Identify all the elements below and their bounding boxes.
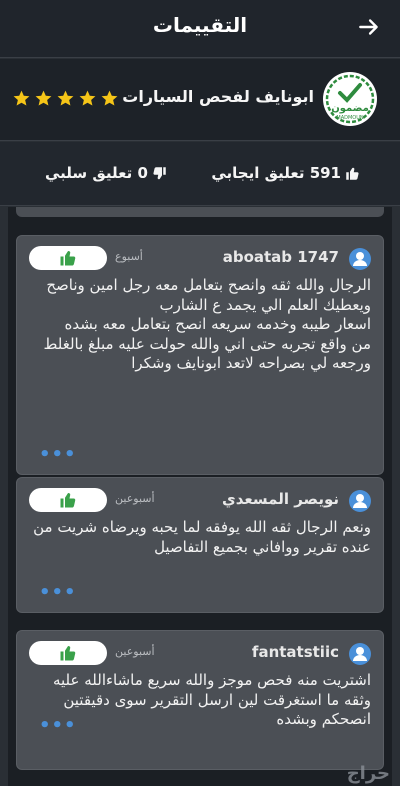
star-icon	[13, 90, 30, 106]
review-text: ونعم الرجال ثقه الله يوفقه لما يحبه ويرض…	[33, 518, 371, 556]
previous-review-card	[16, 207, 384, 217]
review-counts: 591 تعليق ايجابي 0 تعليق سلبي	[0, 142, 400, 206]
reviews-list[interactable]: aboatab 1747 أسبوع الرجال والله ثقه وانص…	[8, 207, 392, 786]
user-avatar[interactable]	[349, 643, 371, 665]
review-time: أسبوعين	[115, 492, 155, 505]
star-icon	[57, 90, 74, 106]
review-text: اشتريت منه فحص موجز والله سريع ماشاءالله…	[52, 671, 371, 728]
star-icon	[79, 90, 96, 106]
review-text: الرجال والله ثقه وانصح بتعامل معه رجل ام…	[43, 276, 372, 372]
review-time: أسبوع	[115, 250, 143, 263]
star-icon	[35, 90, 52, 106]
negative-count[interactable]: 0 تعليق سلبي	[45, 164, 167, 182]
review-card: fantatstiic أسبوعين اشتريت منه فحص موجز …	[16, 630, 384, 770]
thumbs-up-green-icon	[60, 646, 76, 661]
user-avatar[interactable]	[349, 248, 371, 270]
thumbs-down-icon	[153, 166, 166, 179]
arrow-right-icon[interactable]	[356, 14, 382, 40]
thumbs-up-green-icon	[60, 251, 76, 266]
user-icon	[353, 647, 367, 661]
user-icon	[353, 494, 367, 508]
review-time: أسبوعين	[115, 645, 155, 658]
review-username[interactable]: fantatstiic	[252, 643, 339, 661]
haraj-watermark: حراج	[346, 763, 390, 784]
more-options-button[interactable]: •••	[39, 582, 77, 603]
review-username[interactable]: نويصر المسعدي	[222, 490, 339, 508]
positive-count-label: 591 تعليق ايجابي	[211, 164, 341, 182]
like-badge	[29, 246, 107, 270]
user-icon	[353, 252, 367, 266]
page-title: التقييمات	[152, 13, 248, 37]
negative-count-label: 0 تعليق سلبي	[45, 164, 148, 182]
review-card: نويصر المسعدي أسبوعين ونعم الرجال ثقه ال…	[16, 477, 384, 613]
positive-count[interactable]: 591 تعليق ايجابي	[211, 164, 360, 182]
madmoun-badge-icon: مضمون MADMOUN	[323, 72, 377, 126]
store-name: ابونايف لفحص السيارات	[122, 87, 314, 106]
star-icon	[101, 90, 118, 106]
like-badge	[29, 488, 107, 512]
rating-stars	[12, 89, 119, 108]
review-card: aboatab 1747 أسبوع الرجال والله ثقه وانص…	[16, 235, 384, 475]
more-options-button[interactable]: •••	[39, 444, 77, 465]
more-options-button[interactable]: •••	[39, 715, 77, 736]
badge-label: مضمون	[331, 103, 369, 114]
thumbs-up-icon	[346, 167, 359, 180]
review-username[interactable]: aboatab 1747	[223, 248, 339, 266]
top-bar: التقييمات	[0, 0, 400, 58]
user-avatar[interactable]	[349, 490, 371, 512]
badge-sublabel: MADMOUN	[336, 115, 363, 121]
like-badge	[29, 641, 107, 665]
store-header: مضمون MADMOUN ابونايف لفحص السيارات	[0, 59, 400, 141]
thumbs-up-green-icon	[60, 493, 76, 508]
